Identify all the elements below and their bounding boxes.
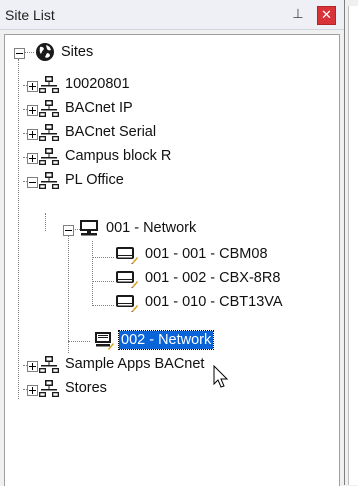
collapse-icon[interactable]	[63, 225, 74, 236]
tree-node-label: Sites	[61, 44, 94, 60]
collapse-icon[interactable]	[14, 48, 25, 59]
tree-node-site[interactable]: Sample Apps BACnet	[5, 353, 335, 377]
panel-title: Site List	[5, 7, 55, 23]
site-network-icon	[39, 76, 59, 93]
tree-node-label: Stores	[65, 380, 107, 396]
device-controller-icon	[116, 247, 138, 264]
tree-node-site[interactable]: 10020801	[5, 73, 335, 97]
tree-node-device[interactable]: 001 - 010 - CBT13VA	[5, 291, 335, 315]
close-icon[interactable]: ✕	[317, 6, 336, 25]
tree-node-label: BACnet IP	[65, 100, 133, 116]
tree-node-label: Campus block R	[65, 148, 172, 164]
site-list-panel: Site List ⊥ ✕ Sites 10020801 BACnet IP B…	[0, 0, 358, 486]
tree-node-label: 002 - Network	[117, 330, 215, 350]
panel-titlebar: Site List ⊥ ✕	[0, 0, 344, 30]
site-network-icon	[39, 356, 59, 373]
tree-node-label: PL Office	[65, 172, 124, 188]
site-network-icon	[39, 100, 59, 117]
collapse-icon[interactable]	[27, 177, 38, 188]
tree-node-label: 001 - 001 - CBM08	[145, 246, 268, 262]
tree-node-label: 001 - 002 - CBX-8R8	[145, 270, 281, 286]
tree-node-site[interactable]: BACnet Serial	[5, 121, 335, 145]
site-network-icon	[39, 124, 59, 141]
site-network-icon	[39, 148, 59, 165]
expand-icon[interactable]	[27, 361, 38, 372]
site-network-icon	[39, 380, 59, 397]
tree-node-device[interactable]: 001 - 002 - CBX-8R8	[5, 267, 335, 291]
tree-node-network[interactable]: 001 - Network	[5, 217, 335, 241]
globe-icon	[36, 43, 54, 61]
expand-icon[interactable]	[27, 129, 38, 140]
tree-node-sites[interactable]: Sites	[5, 41, 335, 65]
network-computer-icon	[95, 332, 114, 350]
site-network-icon	[39, 172, 59, 189]
network-computer-icon	[80, 220, 98, 236]
mouse-cursor-icon	[213, 365, 229, 388]
expand-icon[interactable]	[27, 105, 38, 116]
pin-icon[interactable]: ⊥	[291, 6, 305, 22]
device-controller-icon	[116, 295, 138, 312]
tree-node-label: 10020801	[65, 76, 130, 92]
tree-node-site[interactable]: Stores	[5, 377, 335, 401]
site-tree[interactable]: Sites 10020801 BACnet IP BACnet Serial C…	[4, 34, 340, 486]
tree-node-label: BACnet Serial	[65, 124, 157, 140]
expand-icon[interactable]	[27, 81, 38, 92]
adjacent-pane	[345, 0, 358, 485]
tree-node-label: 001 - 010 - CBT13VA	[145, 294, 283, 310]
expand-icon[interactable]	[27, 385, 38, 396]
tree-node-site[interactable]: Campus block R	[5, 145, 335, 169]
tree-node-device[interactable]: 001 - 001 - CBM08	[5, 243, 335, 267]
tree-node-network-selected[interactable]: 002 - Network	[5, 329, 335, 353]
tree-node-label: Sample Apps BACnet	[65, 356, 205, 372]
tree-node-site[interactable]: BACnet IP	[5, 97, 335, 121]
tree-node-site[interactable]: PL Office	[5, 169, 335, 193]
device-controller-icon	[116, 271, 138, 288]
expand-icon[interactable]	[27, 153, 38, 164]
tree-node-label: 001 - Network	[106, 220, 197, 236]
